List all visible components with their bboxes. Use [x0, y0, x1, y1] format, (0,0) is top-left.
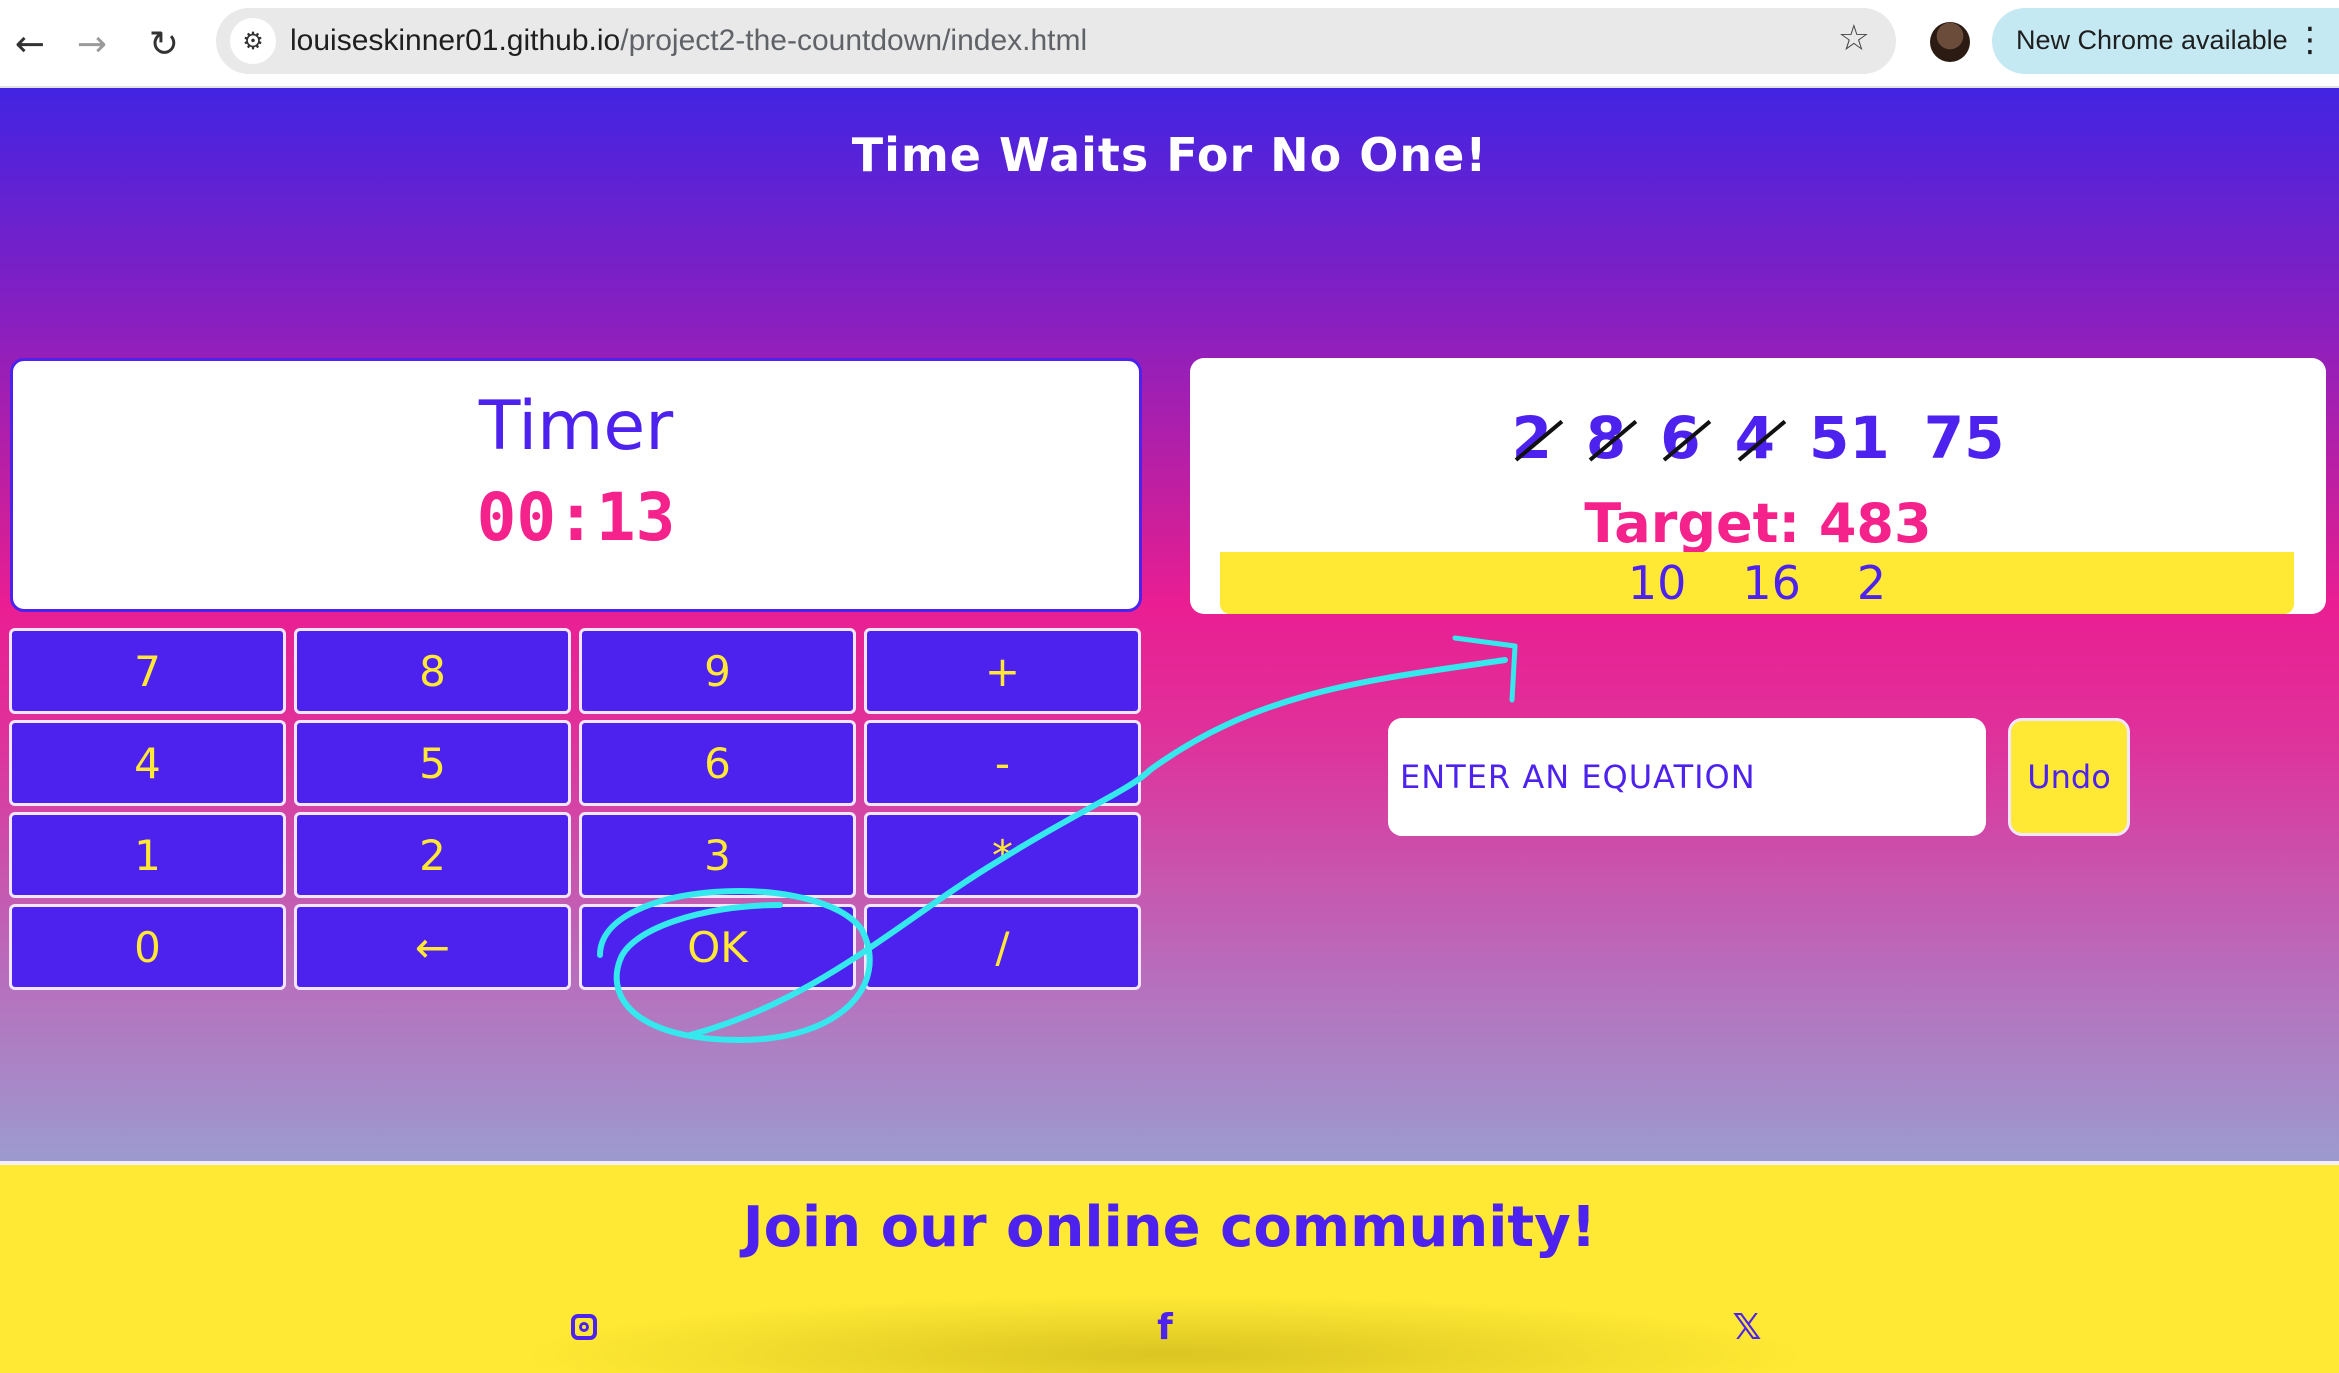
footer-title: Join our online community!	[742, 1195, 1597, 1260]
keypad: 7 8 9 + 4 5 6 - 1 2 3 * 0 ← OK /	[9, 628, 1144, 990]
profile-avatar[interactable]	[1930, 22, 1970, 62]
number-tile[interactable]: 51	[1809, 404, 1890, 472]
results-history: 10 16 2	[1220, 552, 2294, 614]
equation-input[interactable]	[1388, 718, 1986, 836]
update-label: New Chrome available	[2016, 25, 2288, 55]
key-3[interactable]: 3	[579, 812, 856, 898]
page-title: Time Waits For No One!	[851, 128, 1488, 182]
instagram-icon[interactable]	[560, 1303, 608, 1351]
facebook-icon[interactable]: f	[1141, 1303, 1189, 1351]
key-8[interactable]: 8	[294, 628, 571, 714]
key-ok[interactable]: OK	[579, 904, 856, 990]
numbers-card: 2 8 6 4 51 75 Target: 483 10 16 2	[1190, 358, 2326, 614]
history-value[interactable]: 10	[1628, 556, 1687, 610]
reload-icon[interactable]: ↻	[134, 14, 194, 74]
history-value[interactable]: 2	[1857, 556, 1886, 610]
timer-label: Timer	[478, 387, 674, 466]
key-backspace[interactable]: ←	[294, 904, 571, 990]
forward-arrow-icon[interactable]: →	[62, 14, 122, 74]
number-tile-used[interactable]: 4	[1735, 404, 1775, 472]
number-tile-used[interactable]: 6	[1660, 404, 1700, 472]
url-path: /project2-the-countdown/index.html	[620, 24, 1088, 57]
key-multiply[interactable]: *	[864, 812, 1141, 898]
key-1[interactable]: 1	[9, 812, 286, 898]
key-4[interactable]: 4	[9, 720, 286, 806]
key-7[interactable]: 7	[9, 628, 286, 714]
url-text[interactable]: louiseskinner01.github.io/project2-the-c…	[290, 24, 1087, 58]
address-bar[interactable]: ⚙ louiseskinner01.github.io/project2-the…	[216, 8, 1896, 74]
x-icon[interactable]: 𝕏	[1723, 1303, 1771, 1351]
target-value: 483	[1818, 492, 1932, 555]
star-icon[interactable]: ☆	[1838, 18, 1870, 59]
number-tile[interactable]: 75	[1924, 404, 2005, 472]
key-6[interactable]: 6	[579, 720, 856, 806]
numbers-row: 2 8 6 4 51 75	[1190, 404, 2326, 472]
key-5[interactable]: 5	[294, 720, 571, 806]
target-line: Target: 483	[1190, 492, 2326, 555]
target-label: Target:	[1584, 492, 1801, 555]
number-tile-used[interactable]: 8	[1586, 404, 1626, 472]
key-0[interactable]: 0	[9, 904, 286, 990]
undo-button[interactable]: Undo	[2008, 718, 2130, 836]
number-tile-used[interactable]: 2	[1512, 404, 1552, 472]
url-host: louiseskinner01.github.io	[290, 24, 621, 57]
update-chrome-button[interactable]: New Chrome available ⋮	[1992, 8, 2339, 74]
key-2[interactable]: 2	[294, 812, 571, 898]
browser-toolbar: ← → ↻ ⚙ louiseskinner01.github.io/projec…	[0, 0, 2339, 88]
timer-value: 00:13	[476, 479, 676, 556]
key-plus[interactable]: +	[864, 628, 1141, 714]
game-page: Time Waits For No One! Timer 00:13 7 8 9…	[0, 88, 2339, 1161]
footer: Join our online community! f 𝕏	[0, 1161, 2339, 1373]
key-divide[interactable]: /	[864, 904, 1141, 990]
kebab-menu-icon[interactable]: ⋮	[2293, 20, 2327, 60]
key-minus[interactable]: -	[864, 720, 1141, 806]
tune-icon[interactable]: ⚙	[230, 18, 276, 64]
history-value[interactable]: 16	[1742, 556, 1801, 610]
key-9[interactable]: 9	[579, 628, 856, 714]
timer-card: Timer 00:13	[10, 358, 1142, 612]
back-arrow-icon[interactable]: ←	[0, 14, 60, 74]
